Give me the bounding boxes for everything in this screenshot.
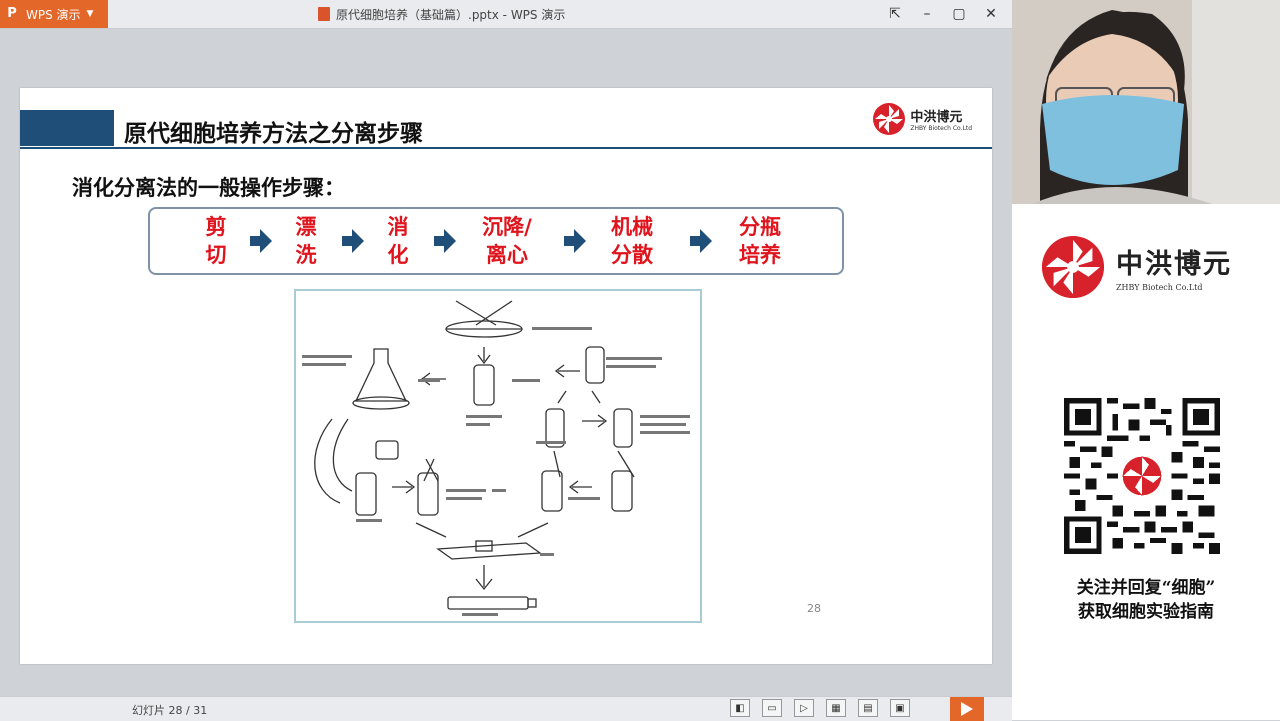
- promo-caption: 关注并回复“细胞” 获取细胞实验指南: [1012, 576, 1280, 624]
- arrow-right-icon: [250, 229, 272, 253]
- qr-code-image[interactable]: [1064, 398, 1220, 554]
- sorter-view-icon[interactable]: ▦: [826, 699, 846, 717]
- step-disperse: 机械 分散: [602, 213, 662, 269]
- process-flow-box: 剪 切 漂 洗 消 化 沉降/ 离心 机械 分散 分瓶 培养: [148, 207, 844, 275]
- step-line: 沉降/: [482, 214, 532, 239]
- step-centrifuge: 沉降/ 离心: [470, 213, 544, 269]
- wps-logo-icon: P: [7, 6, 17, 21]
- reading-view-icon[interactable]: ▷: [794, 699, 814, 717]
- slide-brand-en: ZHBY Biotech Co.Ltd: [910, 125, 972, 132]
- cell-isolation-illustration: [302, 300, 690, 616]
- step-line: 化: [387, 242, 409, 267]
- pinwheel-logo-icon: [873, 103, 906, 135]
- slide-subtitle: 消化分离法的一般操作步骤：: [72, 176, 345, 200]
- app-tab[interactable]: P WPS 演示 ▼: [0, 0, 108, 28]
- step-line: 机械: [611, 214, 653, 239]
- promo-caption-line: 关注并回复“细胞”: [1076, 578, 1216, 598]
- minimize-icon[interactable]: –: [916, 4, 938, 24]
- step-line: 剪: [205, 214, 227, 239]
- step-line: 分瓶: [739, 214, 781, 239]
- slide-brand-logo: 中洪博元 ZHBY Biotech Co.Ltd: [872, 102, 972, 136]
- title-bar: P WPS 演示 ▼ 原代细胞培养（基础篇）.pptx - WPS 演示 ⇱ –…: [0, 0, 1012, 29]
- step-line: 消: [387, 214, 409, 239]
- play-icon: [961, 702, 973, 716]
- notes-view-icon[interactable]: ▤: [858, 699, 878, 717]
- slide-page-number: 28: [807, 602, 821, 615]
- document-title-text: 原代细胞培养（基础篇）.pptx - WPS 演示: [336, 7, 566, 22]
- fullscreen-icon[interactable]: ⇱: [884, 4, 906, 24]
- procedure-diagram-image: [294, 289, 702, 623]
- fit-view-icon[interactable]: ▣: [890, 699, 910, 717]
- outline-view-icon[interactable]: ◧: [730, 699, 750, 717]
- title-underline: [20, 147, 992, 149]
- arrow-right-icon: [690, 229, 712, 253]
- slide-counter: 幻灯片 28 / 31: [132, 704, 208, 717]
- pinwheel-logo-icon: [1041, 235, 1105, 299]
- step-line: 切: [205, 242, 227, 267]
- step-line: 洗: [295, 242, 317, 267]
- promo-caption-line: 获取细胞实验指南: [1078, 602, 1214, 622]
- arrow-right-icon: [342, 229, 364, 253]
- slide-brand-cn: 中洪博元: [910, 110, 963, 125]
- slide-editor: 原代细胞培养方法之分离步骤 中洪博元 ZHBY Biotech Co.Ltd 消…: [0, 29, 1012, 696]
- slide-title: 原代细胞培养方法之分离步骤: [124, 121, 423, 147]
- view-buttons: ◧ ▭ ▷ ▦ ▤ ▣: [730, 699, 910, 717]
- slide-canvas[interactable]: 原代细胞培养方法之分离步骤 中洪博元 ZHBY Biotech Co.Ltd 消…: [20, 88, 992, 664]
- app-tab-label: WPS 演示: [26, 7, 81, 22]
- chevron-down-icon[interactable]: ▼: [87, 9, 94, 19]
- arrow-right-icon: [434, 229, 456, 253]
- normal-view-icon[interactable]: ▭: [762, 699, 782, 717]
- slideshow-play-button[interactable]: [950, 697, 984, 721]
- presenter-video-frame: [1012, 0, 1280, 204]
- status-bar: 幻灯片 28 / 31 ◧ ▭ ▷ ▦ ▤ ▣: [0, 696, 1012, 721]
- promo-brand-cn: 中洪博元: [1116, 249, 1232, 280]
- promo-brand-en: ZHBY Biotech Co.Ltd: [1116, 283, 1203, 292]
- window-controls: ⇱ – ▢ ✕: [884, 4, 1002, 24]
- pptx-file-icon: [318, 7, 330, 21]
- promo-brand-logo: 中洪博元 ZHBY Biotech Co.Ltd: [1040, 234, 1232, 300]
- document-title: 原代细胞培养（基础篇）.pptx - WPS 演示: [318, 5, 565, 23]
- promo-panel: 中洪博元 ZHBY Biotech Co.Ltd 关注并回复“细胞” 获取细胞实…: [1012, 204, 1280, 720]
- step-line: 分散: [611, 242, 653, 267]
- step-line: 培养: [739, 242, 781, 267]
- step-digest: 消 化: [378, 213, 418, 269]
- step-cut: 剪 切: [196, 213, 236, 269]
- webcam-video: [1012, 0, 1280, 204]
- step-rinse: 漂 洗: [286, 213, 326, 269]
- step-line: 漂: [295, 214, 317, 239]
- step-line: 离心: [486, 242, 528, 267]
- title-accent-bar: [20, 110, 114, 146]
- maximize-icon[interactable]: ▢: [948, 4, 970, 24]
- arrow-right-icon: [564, 229, 586, 253]
- close-icon[interactable]: ✕: [980, 4, 1002, 24]
- step-culture: 分瓶 培养: [730, 213, 790, 269]
